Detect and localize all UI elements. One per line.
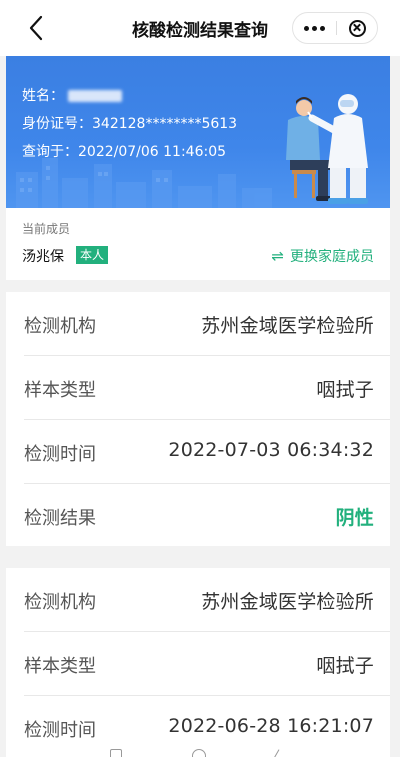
record-row-institution: 检测机构 苏州金域医学检验所 [24,568,390,632]
self-badge: 本人 [76,246,109,264]
close-circle-icon [349,20,366,37]
more-dot-icon [320,26,325,31]
test-time-label: 检测时间 [24,720,96,741]
query-time-line: 查询于：2022/07/06 11:46:05 [22,141,226,161]
home-icon[interactable] [192,749,206,757]
top-nav-bar: 核酸检测结果查询 [0,0,400,56]
test-time-value: 2022-06-28 16:21:07 [168,715,374,737]
name-line: 姓名： [22,85,123,105]
record-row-sample-type: 样本类型 咽拭子 [24,356,390,420]
result-label: 检测结果 [24,508,96,529]
id-value: 342128********5613 [92,116,238,132]
result-value: 阴性 [335,507,374,529]
institution-label: 检测机构 [24,316,96,337]
more-dot-icon [312,26,317,31]
sample-type-value: 咽拭子 [316,379,374,401]
sample-type-value: 咽拭子 [316,655,374,677]
mini-program-capsule [292,12,378,44]
query-time-value: 2022/07/06 11:46:05 [78,144,227,160]
more-dot-icon [304,26,309,31]
more-button[interactable] [293,13,336,43]
test-record-card: 检测机构 苏州金域医学检验所 样本类型 咽拭子 检测时间 2022-06-28 … [6,568,390,757]
current-member-panel: 当前成员 汤兆保 本人 ⇌ 更换家庭成员 [6,208,390,280]
test-time-label: 检测时间 [24,444,96,465]
close-button[interactable] [337,13,378,43]
switch-family-member-button[interactable]: ⇌ 更换家庭成员 [271,246,374,266]
system-navigation-bar [0,746,400,757]
query-label: 查询于： [22,144,78,160]
record-row-result: 检测结果 阴性 [24,484,390,547]
name-redacted [68,90,123,102]
nucleic-test-illustration [286,94,368,204]
name-label: 姓名： [22,88,64,104]
sample-type-label: 样本类型 [24,380,96,401]
test-record-card: 检测机构 苏州金域医学检验所 样本类型 咽拭子 检测时间 2022-07-03 … [6,292,390,546]
record-row-test-time: 检测时间 2022-07-03 06:34:32 [24,420,390,484]
recent-apps-icon[interactable] [110,749,122,757]
member-name: 汤兆保 [22,249,64,265]
institution-label: 检测机构 [24,592,96,613]
record-row-institution: 检测机构 苏州金域医学检验所 [24,292,390,356]
switch-family-member-label: 更换家庭成员 [290,249,374,265]
id-label: 身份证号： [22,116,92,132]
test-time-value: 2022-07-03 06:34:32 [168,439,374,461]
member-caption: 当前成员 [22,222,71,236]
info-banner: 姓名： 身份证号：342128********5613 查询于：2022/07/… [6,56,390,208]
institution-value: 苏州金域医学检验所 [201,591,374,613]
page: 核酸检测结果查询 姓名： 身份证号：342128********5613 查询于… [0,0,400,757]
id-line: 身份证号：342128********5613 [22,113,237,133]
record-row-sample-type: 样本类型 咽拭子 [24,632,390,696]
back-triangle-icon[interactable] [273,749,280,757]
sample-type-label: 样本类型 [24,656,96,677]
institution-value: 苏州金域医学检验所 [201,315,374,337]
swap-arrows-icon: ⇌ [271,247,284,265]
